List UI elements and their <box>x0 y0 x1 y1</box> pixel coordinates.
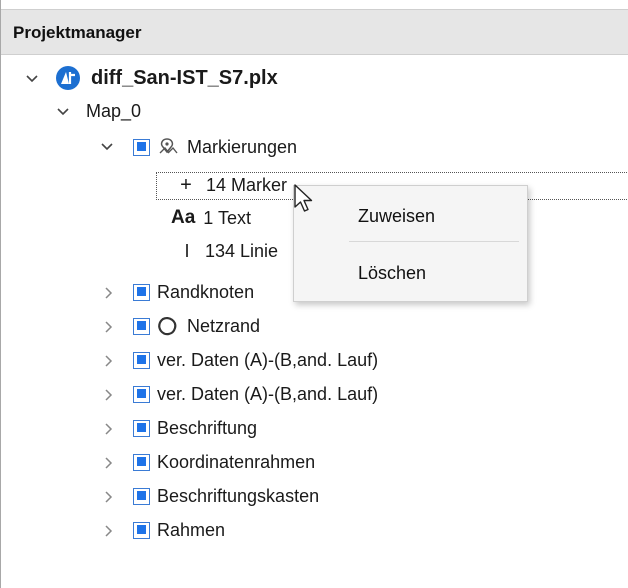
menu-item-label: Löschen <box>358 262 427 283</box>
chevron-right-icon[interactable] <box>100 353 116 369</box>
layer-label: Rahmen <box>157 519 226 540</box>
layer-visibility-checkbox[interactable] <box>133 138 150 156</box>
layer-label: Netzrand <box>187 315 261 336</box>
layer-visibility-checkbox[interactable] <box>133 283 150 301</box>
menu-separator <box>349 241 519 242</box>
linien-count-label: 134 Linie <box>205 240 279 261</box>
layer-visibility-checkbox[interactable] <box>133 385 150 403</box>
layer-visibility-checkbox[interactable] <box>133 521 150 539</box>
tree-node-layer[interactable]: ver. Daten (A)-(B,and. Lauf) <box>133 379 378 409</box>
tree-node-layer[interactable]: Netzrand <box>133 311 260 341</box>
panel-title: Projektmanager <box>13 23 142 42</box>
chevron-right-icon[interactable] <box>100 421 116 437</box>
layer-label: Beschriftungskasten <box>157 485 320 506</box>
chevron-right-icon[interactable] <box>100 319 116 335</box>
chevron-right-icon[interactable] <box>100 523 116 539</box>
layer-label: Beschriftung <box>157 417 258 438</box>
context-menu: Zuweisen Löschen <box>293 185 528 302</box>
text-count-label: 1 Text <box>203 207 251 228</box>
plus-marker-icon: + <box>180 173 192 196</box>
text-type-icon: Aa <box>171 207 196 228</box>
project-manager-panel: Projektmanager diff_San-IST_S7.plx Map_0 <box>0 0 628 588</box>
project-logo-icon <box>55 65 81 91</box>
tree-node-layer[interactable]: Beschriftung <box>133 413 257 443</box>
layer-label: ver. Daten (A)-(B,and. Lauf) <box>157 383 379 404</box>
chevron-down-icon[interactable] <box>99 139 115 155</box>
layer-visibility-checkbox[interactable] <box>133 419 150 437</box>
chevron-down-icon[interactable] <box>55 104 71 120</box>
layer-visibility-checkbox[interactable] <box>133 453 150 471</box>
layer-label: Koordinatenrahmen <box>157 451 316 472</box>
chevron-right-icon[interactable] <box>100 387 116 403</box>
tree-node-layer[interactable]: Koordinatenrahmen <box>133 447 315 477</box>
marker-layer-icon <box>157 136 179 158</box>
map-label: Map_0 <box>86 100 142 121</box>
chevron-down-icon[interactable] <box>24 71 40 87</box>
layer-visibility-checkbox[interactable] <box>133 317 150 335</box>
chevron-right-icon[interactable] <box>100 489 116 505</box>
tree-node-layer[interactable]: Beschriftungskasten <box>133 481 319 511</box>
layer-visibility-checkbox[interactable] <box>133 351 150 369</box>
project-label: diff_San-IST_S7.plx <box>91 66 278 89</box>
layer-label: ver. Daten (A)-(B,and. Lauf) <box>157 349 379 370</box>
tree-node-linien[interactable]: I 134 Linie <box>177 236 278 266</box>
netzrand-outline-icon <box>157 315 179 337</box>
marker-count-label: 14 Marker <box>206 174 288 195</box>
tree-node-layer[interactable]: ver. Daten (A)-(B,and. Lauf) <box>133 345 378 375</box>
menu-item-loeschen[interactable]: Löschen <box>294 251 527 295</box>
markierungen-label: Markierungen <box>187 136 298 157</box>
tree-node-markierungen[interactable]: Markierungen <box>133 132 297 162</box>
layer-label: Randknoten <box>157 281 255 302</box>
mouse-pointer-icon <box>293 183 317 220</box>
layer-visibility-checkbox[interactable] <box>133 487 150 505</box>
tree-node-map[interactable]: Map_0 <box>86 96 141 126</box>
tree-node-text[interactable]: Aa 1 Text <box>171 203 251 233</box>
tree-node-layer[interactable]: Rahmen <box>133 515 225 545</box>
tree-node-marker[interactable]: + 14 Marker <box>174 170 287 200</box>
tree-node-layer[interactable]: Randknoten <box>133 277 254 307</box>
line-type-icon: I <box>184 240 190 261</box>
menu-item-zuweisen[interactable]: Zuweisen <box>294 194 527 238</box>
chevron-right-icon[interactable] <box>100 455 116 471</box>
panel-header: Projektmanager <box>1 9 628 55</box>
chevron-right-icon[interactable] <box>100 285 116 301</box>
tree-node-project[interactable]: diff_San-IST_S7.plx <box>55 63 278 93</box>
